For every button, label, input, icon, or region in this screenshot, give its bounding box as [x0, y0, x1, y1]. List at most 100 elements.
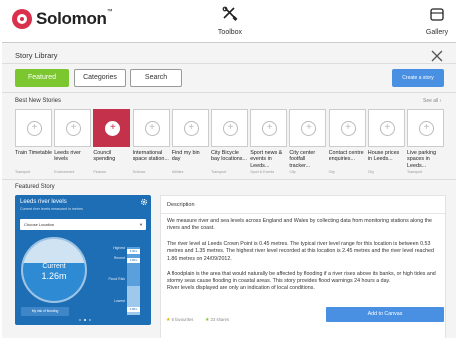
story-title: Live parking spaces in Leeds...	[407, 150, 437, 169]
story-thumbnail: +	[250, 109, 288, 147]
gallery-button[interactable]: Gallery	[420, 6, 454, 36]
story-thumbnail: +	[328, 109, 366, 147]
star-icon: ★	[166, 317, 171, 323]
river-level-gauge: Current 1.26m	[21, 237, 87, 303]
description-paragraph: A floodplain is the area that would natu…	[167, 271, 436, 285]
story-tile[interactable]: + Live parking spaces in Leeds... Transpor…	[407, 109, 444, 174]
description-paragraph: The river level at Leeds Crown Point is …	[167, 241, 434, 262]
story-title: Find my bin day	[171, 150, 200, 163]
story-tiles: + Train Timetable Transport + Leeds river le…	[15, 109, 447, 175]
story-thumbnail: +	[211, 109, 248, 147]
story-tile[interactable]: + Sport news & events in Leeds... Sport & …	[250, 109, 288, 174]
level-scale-bar: 5.00m 1.86m 0.88m	[127, 247, 140, 315]
toolbox-label: Toolbox	[217, 29, 243, 36]
story-thumbnail: +	[171, 109, 209, 147]
story-category: City	[367, 170, 374, 174]
story-library-panel: Story Library Featured Categories Search…	[2, 42, 456, 338]
story-title: City center footfall tracker...	[289, 150, 316, 169]
story-title: Train Timetable	[15, 150, 52, 156]
story-category: Transport	[15, 170, 31, 174]
carousel-dots[interactable]	[79, 319, 91, 321]
story-category: Sport & Events	[250, 170, 275, 174]
story-tile[interactable]: + House prices in Leeds... City	[367, 109, 405, 174]
story-title: Contact centre enquiries...	[328, 150, 364, 163]
current-label: Current	[42, 263, 66, 270]
best-new-stories-heading: Best New Stories	[15, 98, 62, 104]
story-category: City	[328, 170, 335, 174]
story-thumbnail: +	[367, 109, 405, 147]
plus-icon: +	[27, 121, 42, 136]
categories-button[interactable]: Categories	[74, 69, 126, 87]
plus-icon: +	[379, 121, 395, 136]
story-title: International space station...	[132, 150, 169, 163]
story-tile[interactable]: + Leeds river levels Environment	[54, 109, 92, 174]
brand-logo[interactable]: Solomon™	[12, 9, 113, 29]
story-tile[interactable]: + International space station... Science	[132, 109, 170, 174]
story-tile[interactable]: + City center footfall tracker... City	[289, 109, 327, 174]
story-category: Transport	[407, 170, 423, 174]
carousel-dot[interactable]	[79, 319, 81, 321]
gear-icon[interactable]	[140, 198, 148, 206]
divider	[2, 63, 456, 64]
story-category: Utilities	[171, 170, 184, 174]
story-thumbnail: +	[54, 109, 92, 147]
story-tile[interactable]: + Train Timetable Transport	[15, 109, 52, 174]
plus-icon: +	[419, 121, 434, 136]
add-to-canvas-button[interactable]: Add to Canvas	[326, 307, 444, 322]
divider	[2, 92, 456, 93]
story-tile[interactable]: + City Bicycle bay locations... Transport	[211, 109, 248, 174]
description-paragraph: River levels displayed are only an indic…	[167, 285, 315, 291]
story-tile[interactable]: + Council spending Finance	[93, 109, 131, 174]
favourites-count[interactable]: ★ 6 favourites	[166, 317, 193, 323]
story-category: City	[289, 170, 296, 174]
plus-icon: +	[223, 121, 238, 136]
shares-count[interactable]: ★ 23 shares	[205, 317, 229, 323]
plus-icon: +	[144, 121, 160, 136]
location-select[interactable]: Choose Location ▼	[20, 219, 146, 230]
scale-label-recent: Recent	[113, 256, 125, 260]
featured-button[interactable]: Featured	[15, 69, 69, 87]
plus-icon: +	[262, 121, 278, 136]
scale-label-lowest: Lowest	[113, 299, 125, 303]
solomon-logo-icon	[12, 9, 32, 29]
panel-title: Story Library	[15, 51, 58, 60]
story-title: City Bicycle bay locations...	[211, 150, 247, 163]
search-button[interactable]: Search	[130, 69, 182, 87]
flood-risk-button[interactable]: My risk of flooding	[21, 307, 69, 316]
featured-story-heading: Featured Story	[15, 184, 55, 190]
story-category: Environment	[54, 170, 75, 174]
brand-name: Solomon™	[36, 9, 113, 28]
chevron-down-icon: ▼	[139, 222, 143, 227]
featured-story-card[interactable]: Leeds river levels Current river levels …	[15, 195, 151, 325]
card-subtitle: Current river levels measured in metres	[20, 207, 83, 211]
toolbox-button[interactable]: Toolbox	[212, 6, 248, 36]
create-story-button[interactable]: Create a story	[392, 69, 444, 87]
scale-mark-lowest: 0.88m	[127, 307, 140, 312]
star-icon: ★	[205, 317, 210, 323]
current-value: 1.26m	[41, 271, 67, 281]
plus-icon: +	[66, 121, 82, 136]
gallery-icon	[430, 8, 444, 21]
location-select-value: Choose Location	[24, 222, 55, 227]
plus-icon: +	[183, 121, 199, 136]
plus-icon: +	[301, 121, 317, 136]
description-heading: Description	[167, 202, 195, 208]
scale-label-flood-risk: Flood Risk	[108, 277, 125, 281]
story-title: House prices in Leeds...	[367, 150, 400, 163]
story-category: Finance	[93, 170, 107, 174]
top-bar: Solomon™ Toolbox Gallery	[0, 0, 460, 40]
card-title: Leeds river levels	[20, 199, 67, 205]
carousel-dot-active[interactable]	[84, 319, 86, 321]
story-thumbnail: +	[132, 109, 170, 147]
scale-mark-recent: 1.86m	[127, 258, 140, 263]
plus-icon: +	[340, 121, 356, 136]
story-thumbnail: +	[93, 109, 131, 147]
see-all-link[interactable]: See all ›	[423, 98, 441, 104]
close-icon[interactable]	[430, 49, 444, 63]
plus-icon: +	[105, 121, 121, 136]
story-tile[interactable]: + Find my bin day Utilities	[171, 109, 209, 174]
story-tile[interactable]: + Contact centre enquiries... City	[328, 109, 366, 174]
toolbox-icon	[222, 6, 238, 21]
story-title: Sport news & events in Leeds...	[250, 150, 283, 169]
carousel-dot[interactable]	[89, 319, 91, 321]
